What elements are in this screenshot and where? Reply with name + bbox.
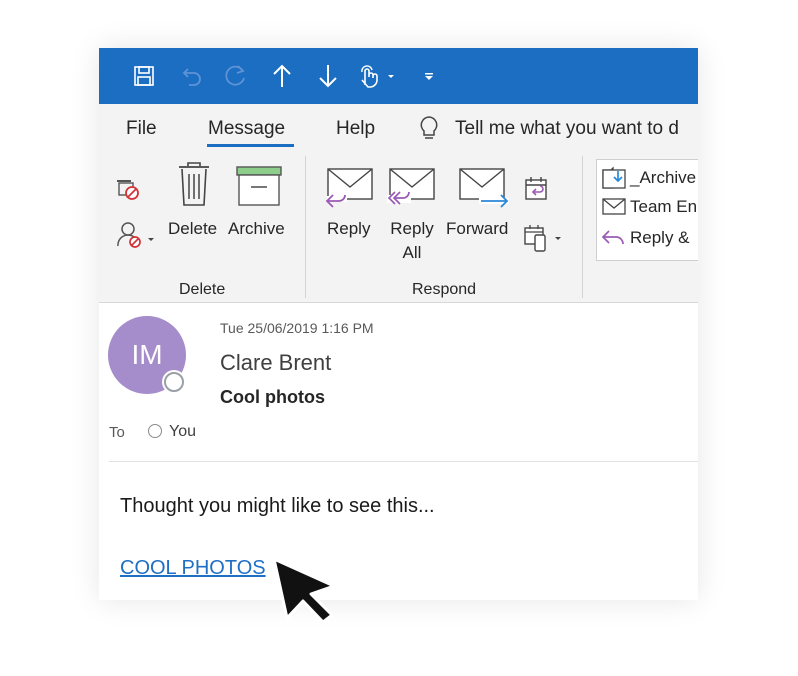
presence-status-icon — [164, 372, 184, 392]
envelope-icon — [602, 198, 626, 215]
tab-help[interactable]: Help — [336, 118, 375, 140]
reply-button[interactable]: Reply — [327, 217, 370, 241]
active-tab-indicator — [207, 144, 294, 147]
group-separator — [305, 156, 306, 298]
touch-mode-icon[interactable] — [355, 62, 399, 90]
redo-icon[interactable] — [219, 62, 251, 90]
message-date: Tue 25/06/2019 1:16 PM — [220, 320, 374, 336]
forward-button[interactable]: Forward — [446, 217, 508, 241]
tell-me-search[interactable]: Tell me what you want to d — [455, 118, 679, 140]
header-divider — [109, 461, 698, 462]
lightbulb-icon — [417, 114, 441, 147]
message-body-text: Thought you might like to see this... — [120, 495, 435, 517]
delete-button[interactable]: Delete — [168, 217, 217, 241]
quick-step-label: _Archive — [630, 168, 697, 187]
quick-step-archive[interactable]: _Archive — [601, 166, 696, 190]
group-label-delete: Delete — [179, 281, 226, 298]
quick-step-reply-delete[interactable]: Reply & — [601, 227, 690, 249]
quick-step-label: Team En — [630, 197, 698, 216]
previous-item-icon[interactable] — [267, 62, 297, 90]
forward-icon[interactable] — [457, 165, 511, 216]
group-label-respond: Respond — [412, 281, 477, 298]
reply-all-label-line2: All — [402, 243, 422, 262]
message-subject: Cool photos — [220, 387, 325, 407]
quick-step-label: Reply & — [630, 228, 690, 247]
mouse-cursor-icon — [270, 556, 342, 629]
tab-file[interactable]: File — [126, 118, 157, 140]
quick-steps-gallery: _Archive Team En Reply & — [596, 159, 698, 261]
cool-photos-link[interactable]: COOL PHOTOS — [120, 557, 266, 580]
meeting-reply-icon[interactable] — [523, 175, 551, 208]
sender-name[interactable]: Clare Brent — [220, 350, 331, 376]
junk-icon[interactable] — [116, 220, 156, 255]
move-to-folder-icon — [602, 166, 626, 189]
save-icon[interactable] — [129, 62, 159, 90]
reply-all-button[interactable]: Reply All — [387, 217, 437, 265]
avatar-initials: IM — [131, 339, 163, 370]
recipient-presence-icon — [148, 424, 162, 438]
menu-bar: File Message Help Tell me what you want … — [99, 104, 698, 148]
outlook-message-window: File Message Help Tell me what you want … — [99, 48, 698, 600]
next-item-icon[interactable] — [313, 62, 343, 90]
undo-icon[interactable] — [177, 62, 207, 90]
ignore-icon[interactable] — [116, 178, 144, 207]
more-respond-icon[interactable] — [523, 223, 567, 258]
archive-icon[interactable] — [235, 165, 283, 212]
to-label: To — [109, 424, 125, 441]
customize-qat-icon[interactable] — [419, 62, 439, 90]
recipient-name[interactable]: You — [169, 423, 196, 441]
reply-arrow-icon — [601, 230, 624, 245]
delete-trash-icon[interactable] — [177, 161, 211, 212]
tab-message[interactable]: Message — [208, 118, 285, 140]
reply-all-icon[interactable] — [387, 165, 437, 216]
group-separator — [582, 156, 583, 298]
reply-icon[interactable] — [325, 165, 375, 216]
reply-all-label-line1: Reply — [390, 219, 434, 238]
quick-step-team-email[interactable]: Team En — [601, 197, 697, 217]
title-bar — [99, 48, 698, 104]
archive-button[interactable]: Archive — [228, 217, 285, 241]
